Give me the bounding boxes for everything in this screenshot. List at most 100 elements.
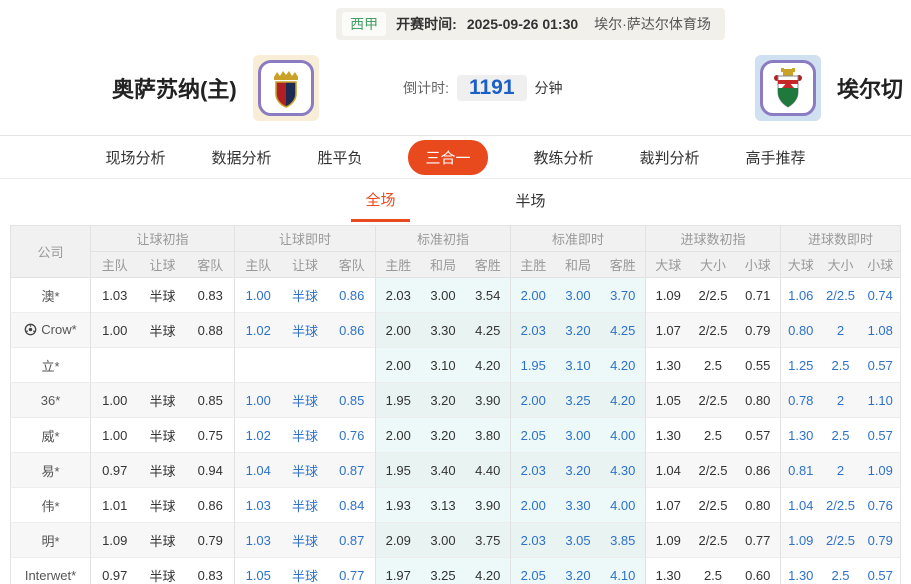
- away-team-name: 埃尔切: [837, 72, 903, 104]
- odds-cell: 1.02: [235, 418, 282, 453]
- company-cell: 立*: [11, 348, 91, 383]
- odds-cell: 1.07: [646, 313, 691, 348]
- odds-cell: [139, 348, 187, 383]
- odds-cell: 半球: [139, 488, 187, 523]
- odds-cell: 2/2.5: [821, 278, 861, 313]
- odds-cell: 1.30: [781, 418, 821, 453]
- group-handicap-initial: 让球初指: [91, 226, 235, 252]
- tab-half-match[interactable]: 半场: [502, 184, 560, 220]
- odds-cell: 3.30: [421, 313, 466, 348]
- odds-cell: 1.09: [646, 278, 691, 313]
- odds-cell: 0.77: [329, 558, 376, 584]
- company-label: 伟*: [41, 499, 59, 514]
- soccer-ball-icon: [24, 323, 37, 339]
- odds-cell: 1.93: [376, 488, 421, 523]
- odds-cell: 0.57: [861, 418, 901, 453]
- odds-cell: 2.00: [376, 313, 421, 348]
- col-header: 主胜: [376, 252, 421, 278]
- odds-cell: 0.86: [187, 488, 235, 523]
- col-header: 大小: [821, 252, 861, 278]
- odds-cell: 2.03: [511, 313, 556, 348]
- odds-cell: 0.57: [736, 418, 781, 453]
- odds-cell: 2.05: [511, 418, 556, 453]
- odds-cell: [329, 348, 376, 383]
- odds-cell: 半球: [282, 418, 329, 453]
- odds-cell: 0.84: [329, 488, 376, 523]
- odds-cell: 0.88: [187, 313, 235, 348]
- nav-data-analysis[interactable]: 数据分析: [211, 147, 271, 168]
- col-header: 主队: [91, 252, 139, 278]
- odds-cell: 4.20: [466, 558, 511, 584]
- odds-cell: 2.00: [511, 278, 556, 313]
- table-sub-header-row: 主队 让球 客队 主队 让球 客队 主胜 和局 客胜 主胜 和局 客胜 大球 大…: [11, 252, 901, 278]
- kickoff-label: 开赛时间:: [396, 14, 457, 34]
- odds-cell: [282, 348, 329, 383]
- odds-cell: 0.85: [329, 383, 376, 418]
- odds-cell: 0.57: [861, 348, 901, 383]
- odds-cell: 4.20: [601, 383, 646, 418]
- odds-cell: 1.01: [91, 488, 139, 523]
- odds-cell: 3.75: [466, 523, 511, 558]
- odds-cell: 0.97: [91, 453, 139, 488]
- odds-cell: 0.75: [187, 418, 235, 453]
- odds-cell: 半球: [139, 383, 187, 418]
- odds-cell: 2.09: [376, 523, 421, 558]
- odds-cell: 1.09: [646, 523, 691, 558]
- group-goals-initial: 进球数初指: [646, 226, 781, 252]
- odds-cell: 2/2.5: [691, 313, 736, 348]
- odds-cell: 3.90: [466, 383, 511, 418]
- odds-cell: 半球: [282, 523, 329, 558]
- away-crest: [755, 55, 821, 121]
- odds-cell: 3.00: [556, 278, 601, 313]
- table-row: 易*0.97半球0.941.04半球0.871.953.404.402.033.…: [11, 453, 901, 488]
- odds-cell: 1.07: [646, 488, 691, 523]
- odds-cell: 1.09: [781, 523, 821, 558]
- company-cell: 澳*: [11, 278, 91, 313]
- odds-cell: 2: [821, 313, 861, 348]
- table-row: Interwet*0.97半球0.831.05半球0.771.973.254.2…: [11, 558, 901, 584]
- odds-cell: 3.20: [421, 418, 466, 453]
- nav-live-analysis[interactable]: 现场分析: [105, 147, 165, 168]
- odds-cell: 3.10: [556, 348, 601, 383]
- odds-cell: 1.03: [235, 488, 282, 523]
- table-row: 澳*1.03半球0.831.00半球0.862.033.003.542.003.…: [11, 278, 901, 313]
- countdown: 倒计时: 1191 分钟: [403, 75, 562, 101]
- odds-cell: 4.30: [601, 453, 646, 488]
- odds-cell: 3.20: [556, 453, 601, 488]
- odds-cell: 1.30: [781, 558, 821, 584]
- odds-cell: 2/2.5: [821, 523, 861, 558]
- odds-cell: 半球: [282, 558, 329, 584]
- nav-referee-analysis[interactable]: 裁判分析: [640, 147, 700, 168]
- table-group-header-row: 公司 让球初指 让球即时 标准初指 标准即时 进球数初指 进球数即时: [11, 226, 901, 252]
- table-row: 威*1.00半球0.751.02半球0.762.003.203.802.053.…: [11, 418, 901, 453]
- countdown-label: 倒计时:: [403, 78, 449, 98]
- nav-win-draw-lose[interactable]: 胜平负: [317, 147, 362, 168]
- nav-three-in-one[interactable]: 三合一: [408, 140, 487, 175]
- nav-coach-analysis[interactable]: 教练分析: [534, 147, 594, 168]
- col-header: 让球: [282, 252, 329, 278]
- odds-cell: 1.30: [646, 558, 691, 584]
- company-label: 明*: [41, 534, 59, 549]
- company-label: Crow*: [41, 322, 76, 337]
- odds-cell: 半球: [139, 418, 187, 453]
- tab-full-match[interactable]: 全场: [351, 183, 409, 222]
- odds-cell: 半球: [282, 278, 329, 313]
- odds-cell: 1.10: [861, 383, 901, 418]
- odds-cell: 1.05: [646, 383, 691, 418]
- odds-cell: [91, 348, 139, 383]
- countdown-unit: 分钟: [535, 78, 563, 98]
- odds-cell: 0.86: [329, 278, 376, 313]
- odds-table: 公司 让球初指 让球即时 标准初指 标准即时 进球数初指 进球数即时 主队 让球…: [10, 225, 901, 584]
- odds-cell: 1.95: [376, 383, 421, 418]
- nav-expert-picks[interactable]: 高手推荐: [746, 147, 806, 168]
- odds-cell: 半球: [282, 383, 329, 418]
- table-row: Crow*1.00半球0.881.02半球0.862.003.304.252.0…: [11, 313, 901, 348]
- odds-cell: 2.00: [376, 348, 421, 383]
- match-banner: 奥萨苏纳(主) 倒计时: 1191 分钟: [0, 40, 911, 135]
- odds-cell: 2.00: [376, 418, 421, 453]
- odds-cell: 0.87: [329, 453, 376, 488]
- odds-cell: 半球: [139, 278, 187, 313]
- home-team-name: 奥萨苏纳(主): [112, 72, 237, 104]
- odds-cell: 半球: [282, 488, 329, 523]
- odds-cell: 3.10: [421, 348, 466, 383]
